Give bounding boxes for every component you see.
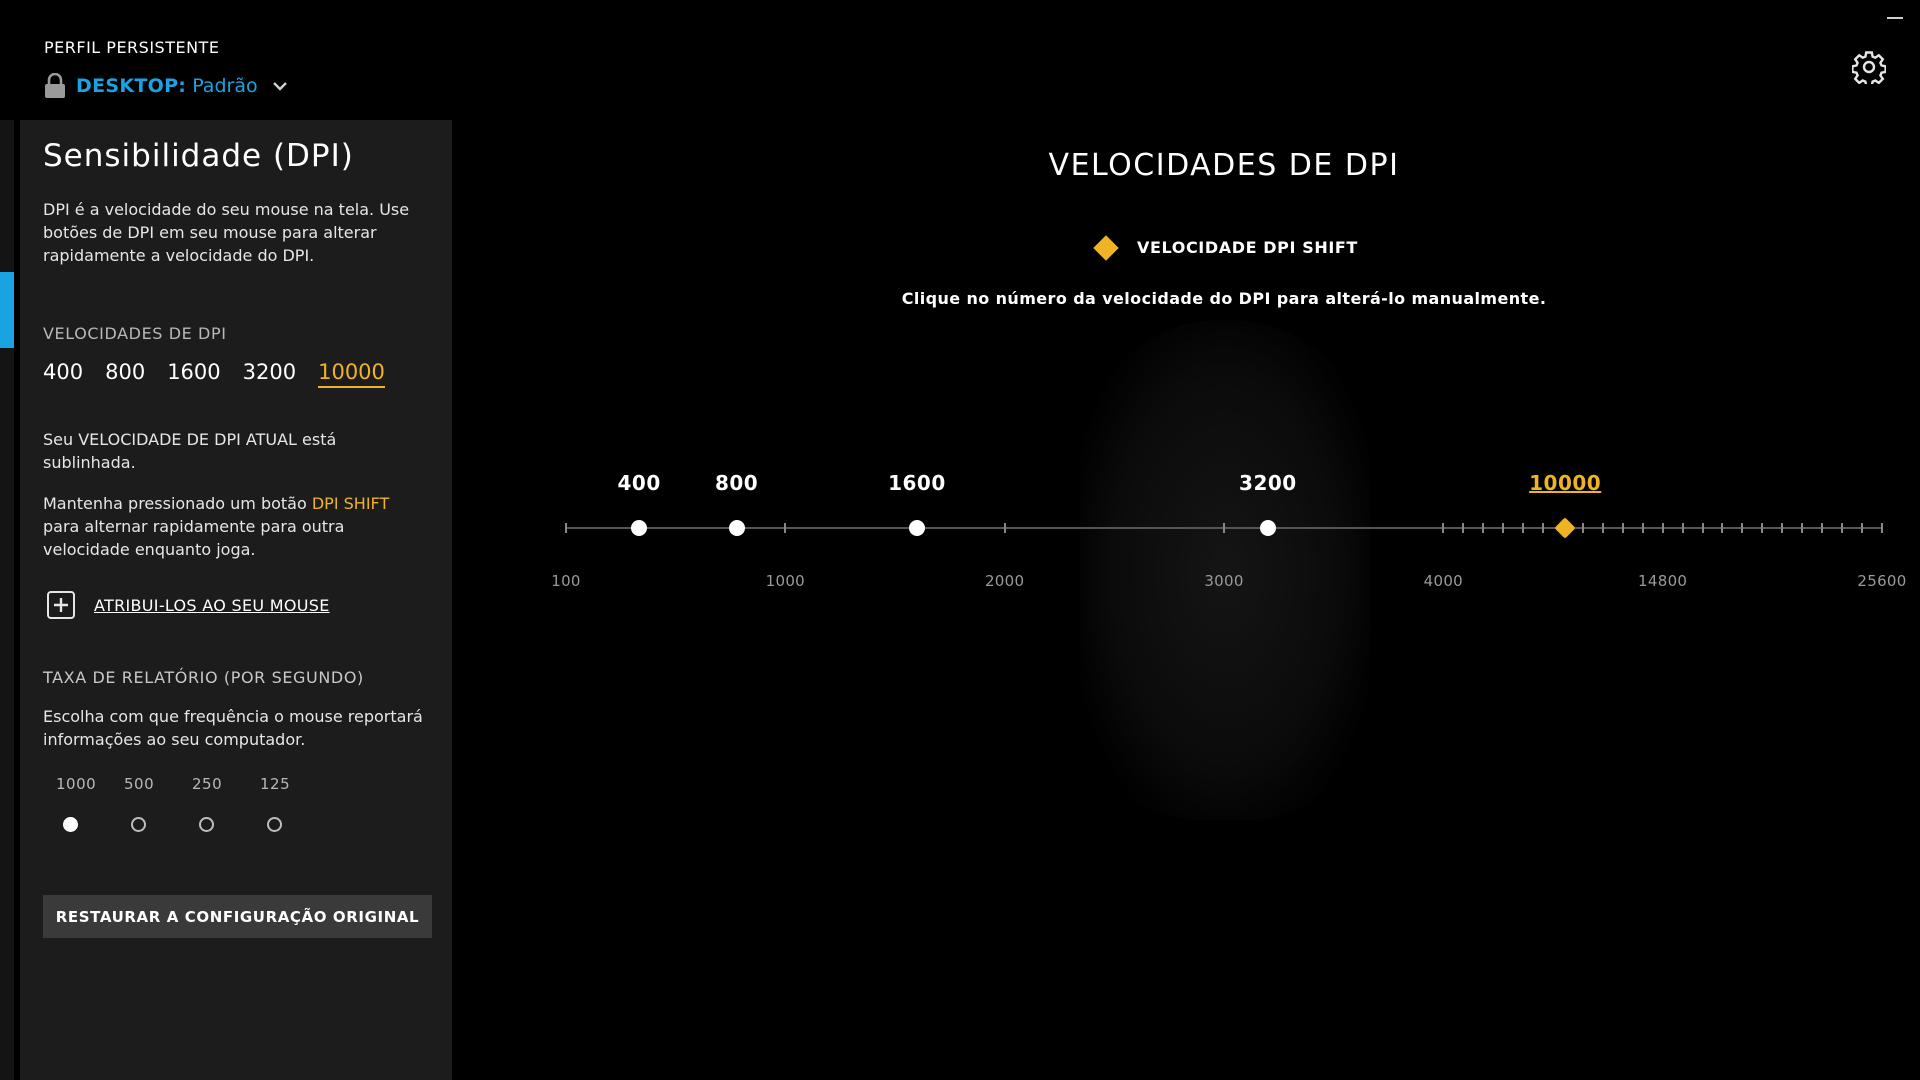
slider-major-tick	[1003, 523, 1006, 533]
slider-axis-label: 4000	[1423, 572, 1464, 590]
slider-minor-tick	[1641, 523, 1644, 533]
slider-axis-label: 25600	[1857, 572, 1907, 590]
slider-minor-tick	[1781, 523, 1784, 533]
slider-minor-tick	[1502, 523, 1505, 533]
slider-minor-tick	[1621, 523, 1624, 533]
slider-axis-label: 1000	[765, 572, 806, 590]
slider-axis-label: 2000	[984, 572, 1025, 590]
dpi-handle-400[interactable]	[631, 520, 648, 536]
slider-minor-tick	[1522, 523, 1525, 533]
slider-minor-tick	[1761, 523, 1764, 533]
slider-minor-tick	[1741, 523, 1744, 533]
slider-axis-label: 14800	[1638, 572, 1688, 590]
slider-minor-tick	[1681, 523, 1684, 533]
slider-minor-tick	[1482, 523, 1485, 533]
slider-major-tick	[1223, 523, 1225, 533]
slider-minor-tick	[1701, 523, 1704, 533]
slider-minor-tick	[1462, 523, 1465, 533]
dpi-shift-handle[interactable]	[1554, 517, 1576, 539]
slider-minor-tick	[1841, 523, 1844, 533]
slider-major-tick	[565, 523, 567, 533]
slider-major-tick	[784, 523, 787, 533]
slider-minor-tick	[1721, 523, 1724, 533]
dpi-handle-label-800[interactable]: 800	[715, 471, 758, 495]
dpi-handle-label-1600[interactable]: 1600	[888, 471, 946, 495]
slider-minor-tick	[1821, 523, 1824, 533]
slider-minor-tick	[1661, 523, 1664, 533]
slider-minor-tick	[1861, 523, 1864, 533]
slider-axis-label: 100	[551, 572, 581, 590]
dpi-handle-label-3200[interactable]: 3200	[1239, 471, 1297, 495]
slider-minor-tick	[1542, 523, 1545, 533]
slider-axis-label: 3000	[1204, 572, 1244, 590]
dpi-slider: 100 1000 2000 3000 4000 14800 25600 400 800 1600 3…	[0, 0, 1920, 1080]
slider-major-tick	[1442, 523, 1445, 533]
slider-minor-tick	[1601, 523, 1604, 533]
dpi-handle-label-10000[interactable]: 10000	[1529, 471, 1601, 495]
slider-minor-tick	[1581, 523, 1584, 533]
dpi-handle-label-400[interactable]: 400	[617, 471, 660, 495]
slider-major-tick	[1881, 523, 1883, 533]
dpi-handle-1600[interactable]	[908, 520, 925, 536]
slider-minor-tick	[1801, 523, 1804, 533]
dpi-handle-3200[interactable]	[1259, 520, 1276, 536]
dpi-handle-800[interactable]	[728, 520, 745, 536]
